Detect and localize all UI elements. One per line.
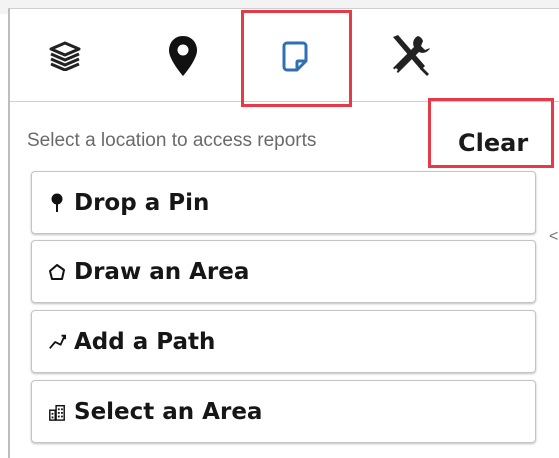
- polygon-icon: [48, 261, 66, 283]
- add-path-label: Add a Path: [74, 328, 216, 355]
- layers-tab[interactable]: [40, 31, 90, 81]
- pin-icon: [48, 192, 66, 214]
- layers-icon: [49, 41, 81, 71]
- drop-pin-label: Drop a Pin: [74, 189, 210, 216]
- tools-icon: [393, 35, 430, 76]
- select-area-label: Select an Area: [74, 398, 263, 425]
- tools-tab[interactable]: [385, 31, 435, 81]
- path-icon: [48, 331, 66, 353]
- map-pin-tab[interactable]: [158, 31, 208, 81]
- select-area-button[interactable]: Select an Area: [31, 380, 536, 443]
- draw-area-label: Draw an Area: [74, 258, 250, 285]
- draw-area-button[interactable]: Draw an Area: [31, 240, 536, 303]
- map-pin-icon: [169, 36, 197, 76]
- hint-text: Select a location to access reports: [27, 130, 317, 151]
- add-path-button[interactable]: Add a Path: [31, 310, 536, 373]
- building-icon: [48, 401, 66, 423]
- drop-pin-button[interactable]: Drop a Pin: [31, 171, 536, 234]
- reports-tab-highlight: [241, 10, 352, 107]
- clear-button-highlight: [428, 98, 554, 168]
- collapse-chevron-icon[interactable]: <: [549, 228, 558, 246]
